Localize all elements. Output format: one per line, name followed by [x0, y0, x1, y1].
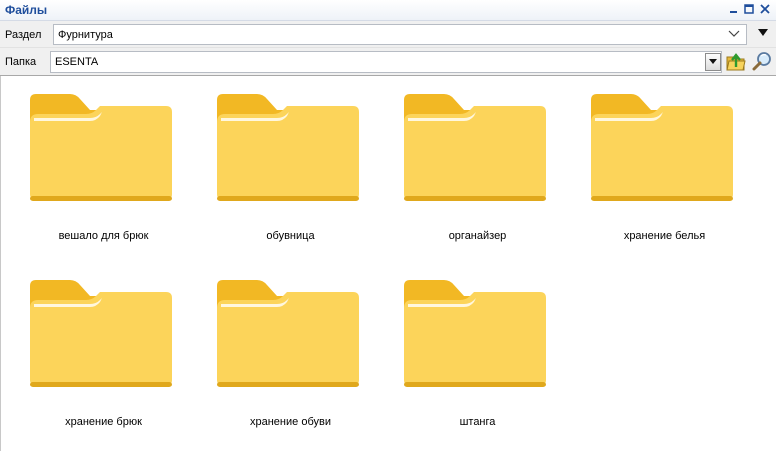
folder-item[interactable]: обувница	[193, 78, 363, 248]
chevron-down-icon[interactable]	[728, 29, 740, 42]
folder-name: хранение обуви	[250, 416, 331, 428]
magnifier-icon	[752, 52, 771, 71]
title-bar: Файлы	[0, 0, 776, 21]
section-select[interactable]: Фурнитура	[53, 24, 747, 45]
folder-item[interactable]: хранение обуви	[193, 264, 363, 434]
window-title: Файлы	[5, 3, 48, 17]
folder-icon	[404, 94, 546, 201]
maximize-icon[interactable]	[744, 3, 754, 15]
folder-item[interactable]: органайзер	[380, 78, 550, 248]
folder-name: хранение брюк	[65, 416, 142, 428]
search-button[interactable]	[752, 51, 772, 72]
folder-up-button[interactable]	[726, 51, 746, 72]
menu-arrow-icon[interactable]	[757, 28, 769, 41]
folder-icon	[404, 280, 546, 387]
folder-path-input[interactable]: ESENTA	[50, 51, 722, 73]
folder-icon	[30, 280, 172, 387]
folder-icon	[217, 94, 359, 201]
folder-icon	[217, 280, 359, 387]
window-controls	[728, 3, 770, 15]
file-browser-area: вешало для брюк обувница органайзер хран…	[0, 76, 776, 451]
folder-path-value: ESENTA	[55, 56, 99, 68]
folder-item[interactable]: хранение белья	[567, 78, 737, 248]
folder-icon	[591, 94, 733, 201]
folder-item[interactable]: хранение брюк	[6, 264, 176, 434]
folder-dropdown-button[interactable]	[705, 53, 721, 71]
folder-label: Папка	[5, 56, 37, 68]
folder-up-icon	[726, 53, 746, 71]
folder-row: Папка ESENTA	[0, 48, 776, 76]
dropdown-arrow-icon	[709, 59, 717, 64]
minimize-icon[interactable]	[728, 3, 738, 15]
folder-name: обувница	[266, 230, 315, 242]
folder-name: штанга	[459, 416, 496, 428]
folder-name: органайзер	[448, 230, 507, 242]
section-row: Раздел Фурнитура	[0, 21, 776, 48]
folder-icon	[30, 94, 172, 201]
folder-name: хранение белья	[623, 230, 706, 242]
folder-item[interactable]: вешало для брюк	[6, 78, 176, 248]
folder-item[interactable]: штанга	[380, 264, 550, 434]
close-icon[interactable]	[760, 3, 770, 15]
section-value: Фурнитура	[58, 29, 113, 41]
section-label: Раздел	[5, 29, 42, 41]
folder-name: вешало для брюк	[58, 230, 149, 242]
